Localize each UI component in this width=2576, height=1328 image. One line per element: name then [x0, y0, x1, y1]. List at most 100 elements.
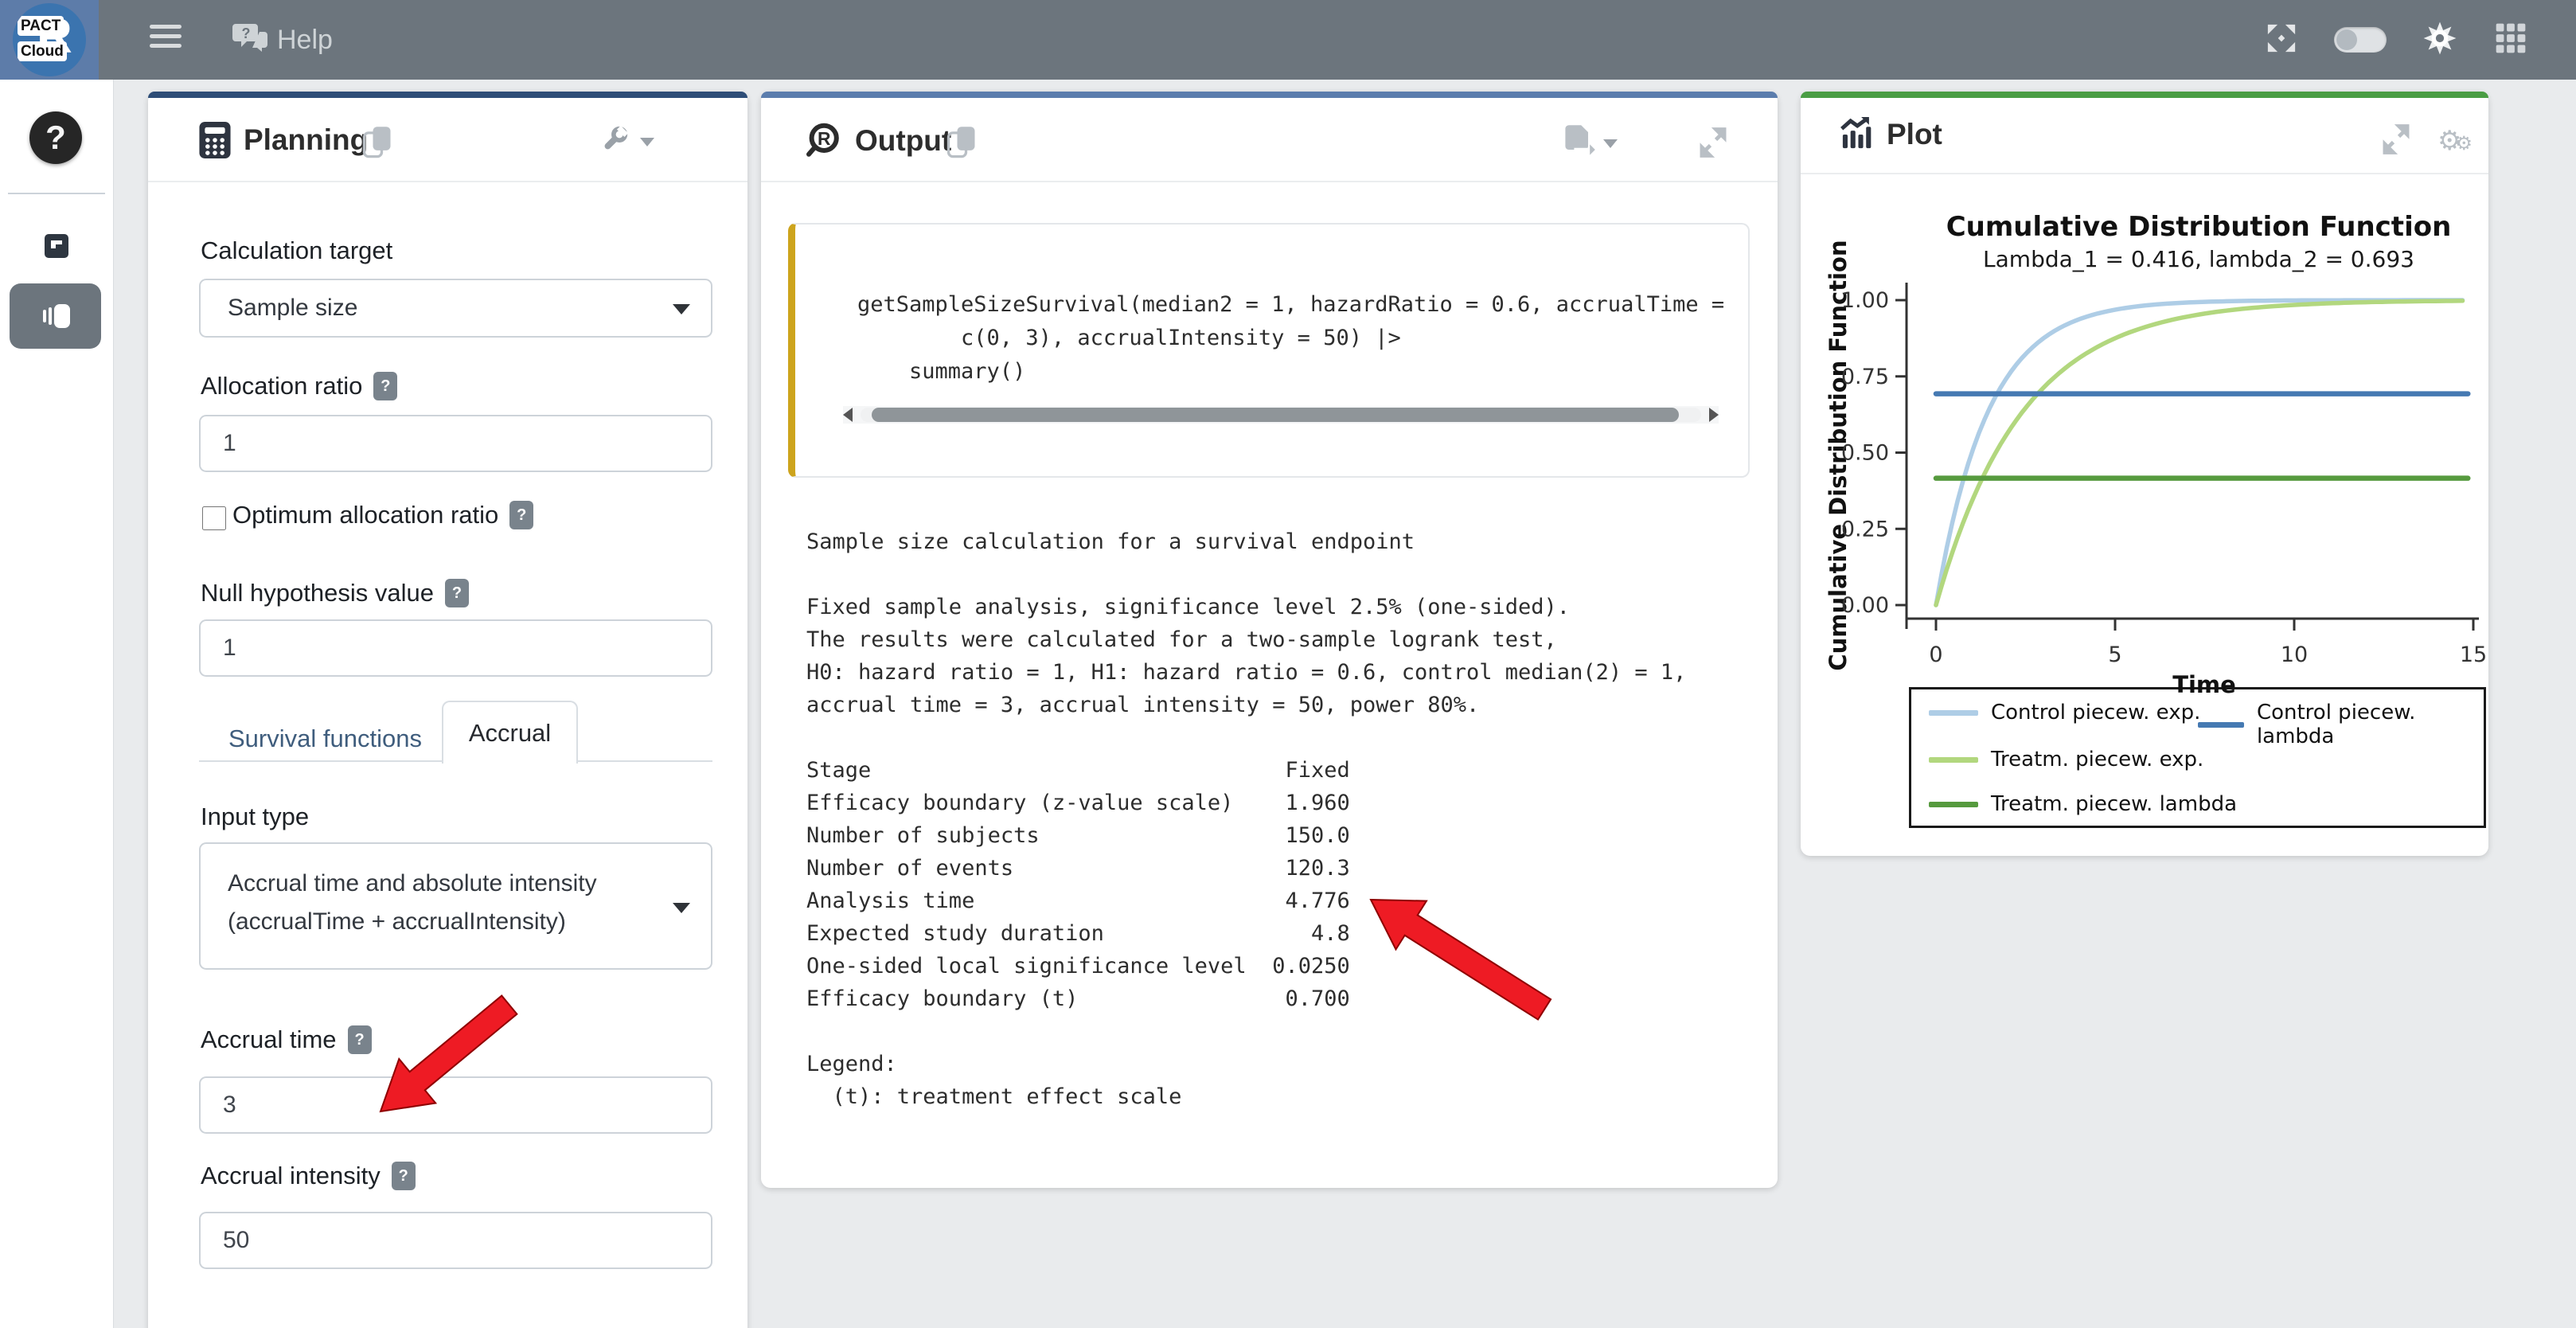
- legend-item: Control piecew. exp.: [1929, 701, 2200, 725]
- output-title-row: R Output: [804, 122, 951, 160]
- wrench-icon[interactable]: [599, 125, 629, 159]
- allocation-ratio-label: Allocation ratio ?: [201, 372, 397, 400]
- svg-text:0.25: 0.25: [1841, 517, 1889, 541]
- null-hypothesis-help-icon[interactable]: ?: [445, 579, 469, 607]
- sun-icon[interactable]: [2422, 20, 2458, 61]
- help-button[interactable]: ? Help: [232, 21, 333, 59]
- chart-x-axis-label: Time: [2085, 671, 2324, 698]
- plot-expand-icon[interactable]: [2380, 123, 2412, 159]
- optimum-allocation-label: Optimum allocation ratio ?: [232, 501, 533, 529]
- user-avatar[interactable]: ?: [29, 111, 82, 164]
- plot-accent-bar: [1801, 92, 2488, 98]
- input-type-label: Input type: [201, 803, 309, 831]
- chevron-down-icon: [673, 903, 690, 913]
- output-accent-bar: [761, 92, 1778, 98]
- panels-icon: [38, 300, 73, 332]
- svg-text:0.00: 0.00: [1841, 593, 1889, 618]
- optimum-allocation-checkbox[interactable]: [202, 506, 226, 530]
- hamburger-menu-icon[interactable]: [150, 25, 181, 55]
- output-expand-icon[interactable]: [1697, 127, 1729, 162]
- sidebar-item-steps-icon[interactable]: [45, 234, 68, 258]
- legend-swatch-treatm-exp: [1929, 757, 1978, 763]
- chart-icon: [1839, 117, 1874, 152]
- wrench-caret-icon[interactable]: [640, 138, 654, 146]
- help-label: Help: [277, 25, 333, 56]
- code-horizontal-scrollbar[interactable]: [843, 406, 1719, 424]
- accrual-time-input[interactable]: [199, 1076, 712, 1134]
- input-type-value-line1: Accrual time and absolute intensity: [228, 866, 597, 901]
- topbar-right-icons: [2264, 0, 2576, 80]
- copy-icon[interactable]: [361, 125, 393, 164]
- planning-panel: Planning Calcul: [148, 92, 747, 1328]
- r-search-icon: R: [804, 122, 842, 160]
- copy-icon[interactable]: [946, 125, 978, 164]
- calculator-icon: [199, 122, 231, 158]
- logo-circle: R PACT Cloud: [13, 3, 86, 76]
- tab-accrual[interactable]: Accrual: [442, 701, 578, 764]
- svg-text:?: ?: [242, 25, 251, 41]
- accrual-intensity-input[interactable]: [199, 1212, 712, 1269]
- legend-swatch-control-exp: [1929, 710, 1978, 716]
- sidebar-item-panels-active[interactable]: [10, 283, 101, 349]
- calculation-target-value: Sample size: [228, 291, 357, 326]
- tab-survival-functions[interactable]: Survival functions: [228, 725, 422, 753]
- scroll-right-icon[interactable]: [1709, 408, 1719, 422]
- legend-swatch-control-lambda: [2198, 722, 2244, 728]
- top-bar: R PACT Cloud ? Help: [0, 0, 2576, 80]
- r-code: getSampleSizeSurvival(median2 = 1, hazar…: [857, 288, 1724, 389]
- allocation-ratio-input[interactable]: [199, 415, 712, 472]
- plot-header: Plot ⚙⚙: [1801, 98, 2488, 174]
- calculation-target-select[interactable]: Sample size: [199, 279, 712, 338]
- r-code-block: getSampleSizeSurvival(median2 = 1, hazar…: [788, 223, 1750, 478]
- planning-title-row: Planning: [199, 122, 368, 158]
- output-header: R Output: [761, 98, 1778, 182]
- svg-text:0: 0: [1929, 643, 1942, 667]
- calculation-target-label: Calculation target: [201, 236, 392, 265]
- theme-toggle[interactable]: [2334, 27, 2387, 53]
- accrual-intensity-help-icon[interactable]: ?: [392, 1162, 416, 1190]
- accrual-time-label: Accrual time ?: [201, 1025, 372, 1054]
- svg-text:0.75: 0.75: [1841, 365, 1889, 389]
- svg-text:R: R: [818, 128, 830, 149]
- plot-panel: Plot ⚙⚙ Cumulative Distribution Function…: [1801, 92, 2488, 856]
- accrual-time-help-icon[interactable]: ?: [348, 1025, 372, 1054]
- plot-title-row: Plot: [1839, 117, 1942, 152]
- export-icon[interactable]: [1563, 123, 1595, 162]
- legend-item: Treatm. piecew. lambda: [1929, 792, 2237, 816]
- output-panel: R Output: [761, 92, 1778, 1188]
- null-hypothesis-input[interactable]: [199, 619, 712, 677]
- input-type-value-line2: (accrualTime + accrualIntensity): [228, 904, 566, 939]
- legend-item: Control piecew. lambda: [2198, 701, 2484, 748]
- chart-legend: Control piecew. exp. Control piecew. lam…: [1909, 687, 2486, 828]
- svg-text:15: 15: [2460, 643, 2487, 667]
- arrows-expand-icon[interactable]: [2264, 21, 2299, 60]
- scroll-left-icon[interactable]: [843, 408, 853, 422]
- help-chat-icon: ?: [232, 21, 269, 60]
- optimum-allocation-help-icon[interactable]: ?: [509, 501, 533, 529]
- scroll-track[interactable]: [861, 408, 1701, 422]
- svg-text:5: 5: [2108, 643, 2121, 667]
- legend-label: Control piecew. lambda: [2257, 701, 2484, 748]
- allocation-ratio-help-icon[interactable]: ?: [373, 372, 397, 400]
- toggle-knob: [2336, 29, 2357, 50]
- accrual-intensity-label: Accrual intensity ?: [201, 1162, 416, 1190]
- svg-text:1.00: 1.00: [1841, 288, 1889, 313]
- legend-item: Treatm. piecew. exp.: [1929, 748, 2203, 771]
- cdf-chart: 0.000.250.500.751.00051015: [1801, 171, 2488, 681]
- grid-apps-icon[interactable]: [2493, 21, 2528, 60]
- input-type-select[interactable]: Accrual time and absolute intensity (acc…: [199, 842, 712, 970]
- legend-label: Treatm. piecew. exp.: [1991, 748, 2203, 771]
- planning-header: Planning: [148, 98, 747, 182]
- scroll-thumb[interactable]: [872, 408, 1679, 422]
- left-sidebar: ?: [0, 80, 114, 1328]
- null-hypothesis-label: Null hypothesis value ?: [201, 579, 469, 607]
- app-logo[interactable]: R PACT Cloud: [0, 0, 99, 80]
- output-title: Output: [855, 124, 951, 158]
- sidebar-divider: [8, 193, 105, 194]
- export-caret-icon[interactable]: [1603, 139, 1618, 148]
- legend-label: Treatm. piecew. lambda: [1991, 792, 2237, 816]
- result-output: Sample size calculation for a survival e…: [806, 525, 1686, 1113]
- plot-settings-gears-icon[interactable]: ⚙⚙: [2437, 125, 2473, 157]
- logo-text-pact: PACT: [18, 16, 64, 36]
- svg-text:0.50: 0.50: [1841, 441, 1889, 466]
